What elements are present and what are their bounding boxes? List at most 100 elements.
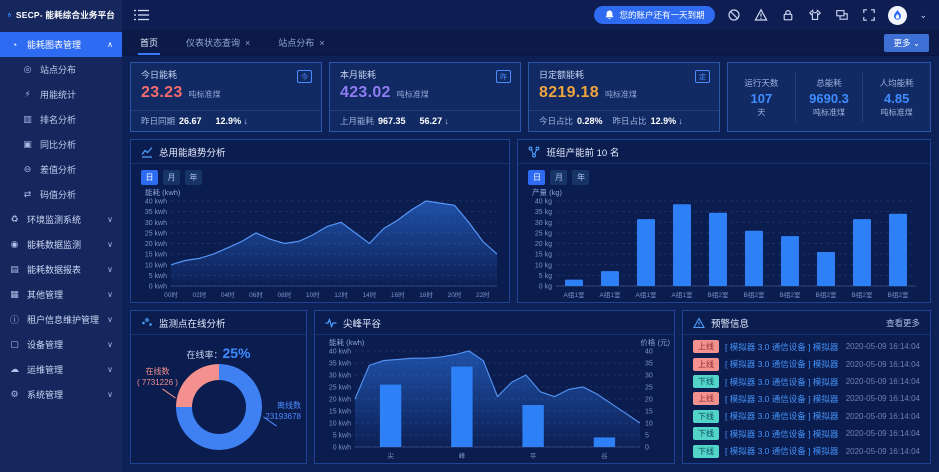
svg-text:25 kg: 25 kg bbox=[535, 230, 552, 237]
tab-0[interactable]: 首页 bbox=[126, 30, 172, 55]
alert-row-3[interactable]: 上线[ 模拟器 3.0 通信设备 ] 模拟器 3.0...2020-05-09 … bbox=[683, 392, 930, 405]
alert-text: [ 模拟器 3.0 通信设备 ] 模拟器 3.0... bbox=[725, 445, 840, 457]
chevron-down-icon: ∨ bbox=[107, 240, 113, 249]
bottom-row: 监测点在线分析 在线率：25%在线数( 7731226 )离线数23193678… bbox=[130, 310, 931, 464]
sidebar-group-5[interactable]: ⓘ租户信息维护管理∨ bbox=[0, 307, 122, 332]
alert-row-4[interactable]: 下线[ 模拟器 3.0 通信设备 ] 模拟器 3.0...2020-05-09 … bbox=[683, 410, 930, 423]
chip-日[interactable]: 日 bbox=[141, 170, 158, 185]
tab-2[interactable]: 站点分布× bbox=[264, 30, 338, 55]
panel-alerts: 预警信息 查看更多 上线 [ 模拟器 3.0 通信设备 ] 模拟器 3.0... 2… bbox=[682, 310, 931, 464]
panel-title: 尖峰平谷 bbox=[343, 316, 381, 330]
sidebar-group-8[interactable]: ⚙系统管理∨ bbox=[0, 382, 122, 407]
charts-row: 总用能趋势分析 日月年 0 kwh5 kwh10 kwh15 kwh20 kwh… bbox=[130, 139, 931, 303]
svg-text:15: 15 bbox=[645, 409, 653, 416]
svg-text:A组1室: A组1室 bbox=[564, 290, 585, 299]
fullscreen-icon[interactable] bbox=[862, 8, 876, 22]
line-chart-icon bbox=[141, 146, 153, 158]
tab-close-icon[interactable]: × bbox=[245, 38, 250, 48]
chip-月[interactable]: 月 bbox=[550, 170, 567, 185]
sidebar-group-label: 环境监测系统 bbox=[27, 213, 100, 226]
sidebar-group-0[interactable]: ◔能耗图表管理∧ bbox=[0, 32, 122, 57]
sidebar-item-0-3[interactable]: ▣同比分析 bbox=[0, 132, 122, 157]
donut-label-name: 离线数 bbox=[265, 401, 301, 412]
alert-row-1[interactable]: 上线[ 模拟器 3.0 通信设备 ] 模拟器 3.0...2020-05-09 … bbox=[683, 358, 930, 371]
sidebar-group-3[interactable]: ▤能耗数据报表∨ bbox=[0, 257, 122, 282]
svg-text:35 kwh: 35 kwh bbox=[145, 209, 167, 216]
sidebar-item-0-2[interactable]: ▥排名分析 bbox=[0, 107, 122, 132]
chip-日[interactable]: 日 bbox=[528, 170, 545, 185]
alert-row-6[interactable]: 下线[ 模拟器 3.0 通信设备 ] 模拟器 3.0...2020-05-09 … bbox=[683, 445, 930, 458]
svg-text:25: 25 bbox=[645, 385, 653, 392]
kpi-footer-value: 26.67 bbox=[179, 116, 202, 126]
alert-row-0[interactable]: 上线[ 模拟器 3.0 通信设备 ] 模拟器 3.0...2020-05-09 … bbox=[683, 340, 930, 353]
minus-circle-icon: ⊖ bbox=[22, 164, 33, 175]
sidebar-group-2[interactable]: ◉能耗数据监测∨ bbox=[0, 232, 122, 257]
sidebar-item-0-0[interactable]: ◎站点分布 bbox=[0, 57, 122, 82]
sidebar-group-1[interactable]: ♻环境监测系统∨ bbox=[0, 207, 122, 232]
tab-close-icon[interactable]: × bbox=[319, 38, 324, 48]
donut-label-offline: 离线数23193678 bbox=[265, 401, 301, 423]
sidebar-item-0-1[interactable]: ⚡用能统计 bbox=[0, 82, 122, 107]
sidebar-item-label: 用能统计 bbox=[40, 88, 76, 101]
calendar-badge-icon: 昨 bbox=[496, 70, 511, 83]
windows-icon[interactable] bbox=[835, 8, 849, 22]
view-more-link[interactable]: 查看更多 bbox=[886, 317, 920, 329]
panel-title: 预警信息 bbox=[711, 316, 749, 330]
sidebar-group-7[interactable]: ☁运维管理∨ bbox=[0, 357, 122, 382]
menu-toggle-icon[interactable] bbox=[134, 9, 150, 21]
chart-svg: 0 kg5 kg10 kg15 kg20 kg25 kg30 kg35 kg40… bbox=[518, 185, 930, 302]
svg-text:14时: 14时 bbox=[363, 290, 377, 299]
alert-status-badge: 上线 bbox=[693, 340, 719, 353]
sidebar-group-6[interactable]: ▢设备管理∨ bbox=[0, 332, 122, 357]
sidebar-item-0-4[interactable]: ⊖差值分析 bbox=[0, 157, 122, 182]
alert-list: 上线 [ 模拟器 3.0 通信设备 ] 模拟器 3.0... 2020-05-09 … bbox=[683, 335, 930, 463]
chevron-down-icon: ∨ bbox=[107, 315, 113, 324]
svg-text:10 kwh: 10 kwh bbox=[329, 421, 351, 428]
tab-1[interactable]: 仪表状态查询× bbox=[172, 30, 264, 55]
more-button[interactable]: 更多 ⌄ bbox=[884, 34, 929, 52]
chip-年[interactable]: 年 bbox=[572, 170, 589, 185]
panel-header: 班组产能前 10 名 bbox=[518, 140, 930, 164]
sidebar-group-4[interactable]: ▦其他管理∨ bbox=[0, 282, 122, 307]
svg-text:B组2室: B组2室 bbox=[708, 290, 729, 299]
monitor-points-icon bbox=[141, 317, 153, 329]
svg-text:25 kwh: 25 kwh bbox=[145, 230, 167, 237]
alert-status-badge: 下线 bbox=[693, 410, 719, 423]
alert-triangle-icon[interactable] bbox=[754, 8, 768, 22]
kpi-row: 今日能耗23.23吨标准煤今昨日同期26.6712.9% ↓本月能耗423.02… bbox=[130, 62, 931, 132]
shirt-icon[interactable] bbox=[808, 8, 822, 22]
app-root: SECP- 能耗综合业务平台 ◔能耗图表管理∧◎站点分布⚡用能统计▥排名分析▣同… bbox=[0, 0, 939, 472]
alert-row-5[interactable]: 下线[ 模拟器 3.0 通信设备 ] 模拟器 3.0...2020-05-09 … bbox=[683, 427, 930, 440]
stat-unit: 吨标准煤 bbox=[865, 107, 928, 118]
svg-text:B组2室: B组2室 bbox=[852, 290, 873, 299]
lock-icon[interactable] bbox=[781, 8, 795, 22]
chip-月[interactable]: 月 bbox=[163, 170, 180, 185]
stat-label: 总能耗 bbox=[798, 77, 861, 89]
alert-text: [ 模拟器 3.0 通信设备 ] 模拟器 3.0... bbox=[725, 410, 840, 422]
svg-text:22时: 22时 bbox=[476, 290, 490, 299]
chip-年[interactable]: 年 bbox=[185, 170, 202, 185]
kpi-card-0: 今日能耗23.23吨标准煤今昨日同期26.6712.9% ↓ bbox=[130, 62, 322, 132]
account-expiry-notice[interactable]: 您的账户还有一天到期 bbox=[594, 6, 715, 24]
sidebar-item-label: 排名分析 bbox=[40, 113, 76, 126]
stat-0: 运行天数107天 bbox=[728, 73, 795, 122]
kpi-footer: 上月能耗967.3556.27 ↓ bbox=[330, 110, 520, 131]
stat-value: 4.85 bbox=[865, 91, 928, 106]
ban-icon[interactable] bbox=[727, 8, 741, 22]
user-menu-chevron-icon[interactable]: ⌄ bbox=[919, 10, 927, 21]
panel-online-analysis: 监测点在线分析 在线率：25%在线数( 7731226 )离线数23193678 bbox=[130, 310, 307, 464]
svg-text:A组1室: A组1室 bbox=[636, 290, 657, 299]
svg-text:A组1室: A组1室 bbox=[600, 290, 621, 299]
sidebar-item-0-5[interactable]: ⇄码值分析 bbox=[0, 182, 122, 207]
online-donut-chart: 在线率：25%在线数( 7731226 )离线数23193678 bbox=[131, 335, 306, 463]
user-avatar[interactable] bbox=[888, 6, 907, 25]
svg-text:谷: 谷 bbox=[601, 451, 608, 460]
panel-team-output: 班组产能前 10 名 日月年 0 kg5 kg10 kg15 kg20 kg25… bbox=[517, 139, 931, 303]
panel-energy-trend: 总用能趋势分析 日月年 0 kwh5 kwh10 kwh15 kwh20 kwh… bbox=[130, 139, 510, 303]
svg-text:价格 (元): 价格 (元) bbox=[640, 337, 670, 347]
alert-row-2[interactable]: 下线[ 模拟器 3.0 通信设备 ] 模拟器 3.0...2020-05-09 … bbox=[683, 375, 930, 388]
svg-text:5 kwh: 5 kwh bbox=[333, 433, 351, 440]
chart-svg: 0 kwh05 kwh510 kwh1015 kwh1520 kwh2025 k… bbox=[315, 335, 674, 463]
alert-timestamp: 2020-05-09 16:14:04 bbox=[846, 429, 920, 438]
stats-card: 运行天数107天总能耗9690.3吨标准煤人均能耗4.85吨标准煤 bbox=[727, 62, 931, 132]
